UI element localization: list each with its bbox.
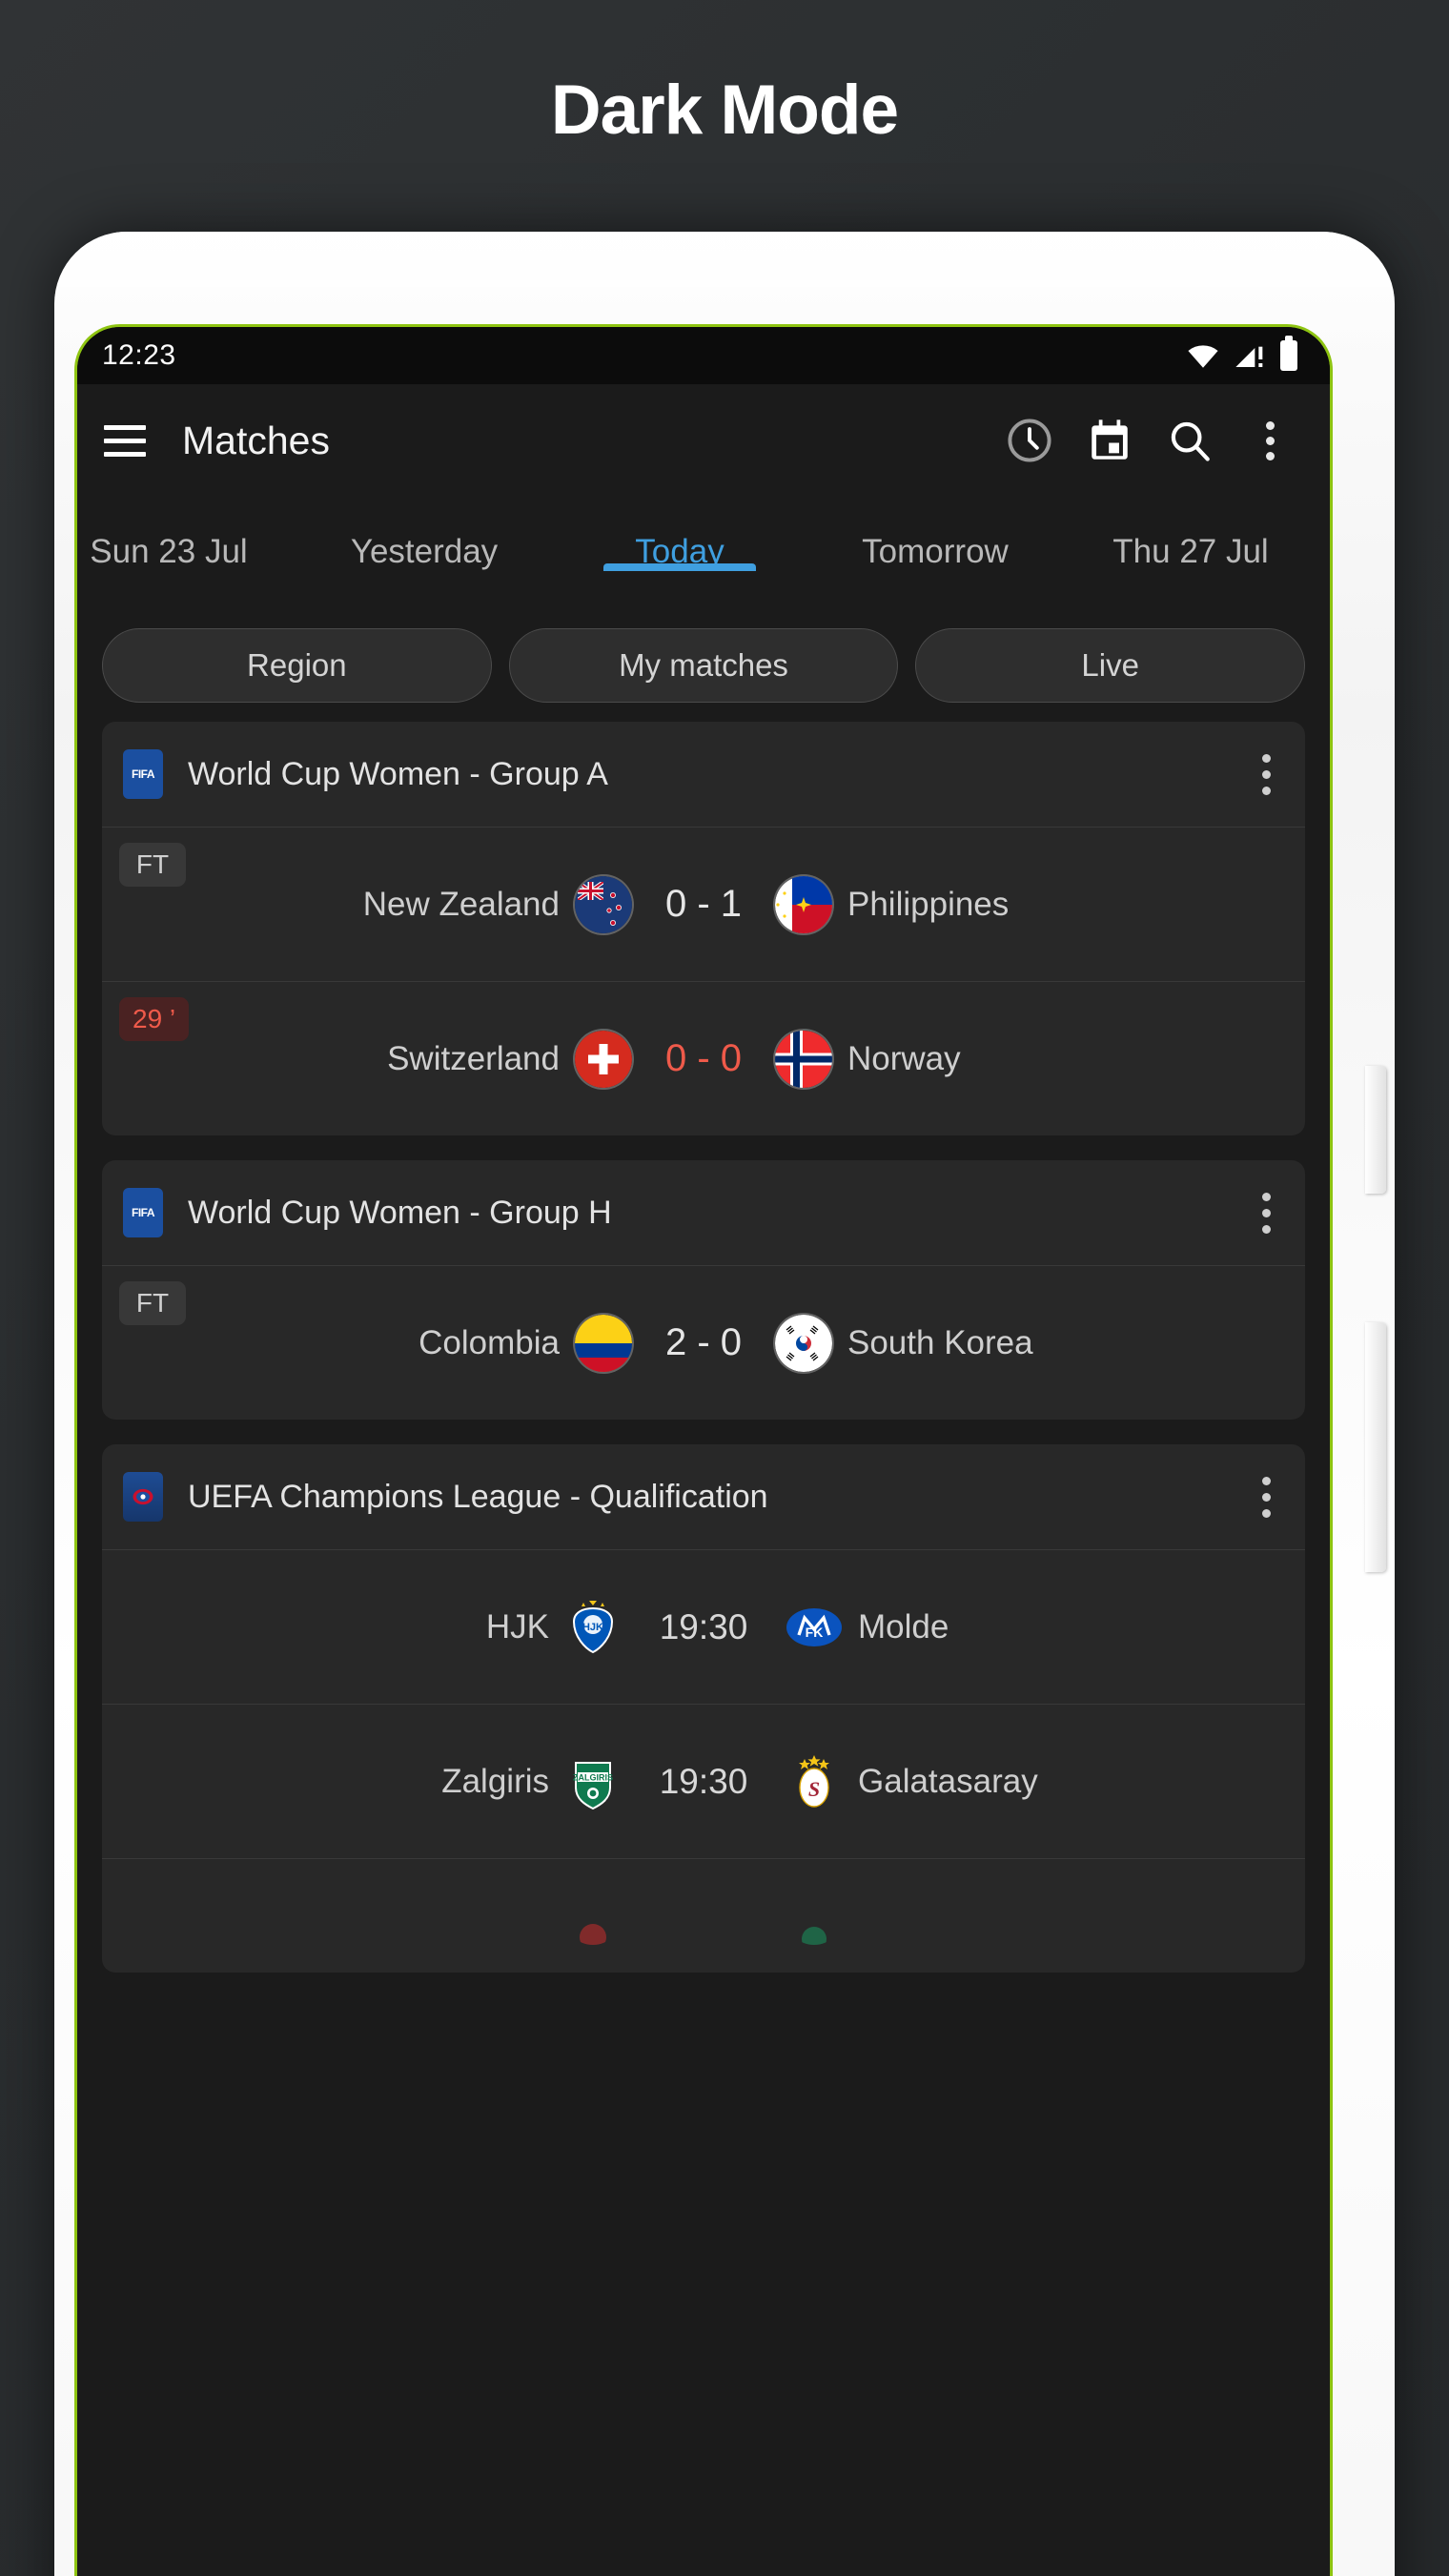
switzerland-flag — [575, 1030, 632, 1088]
away-team-name: Philippines — [847, 885, 1010, 923]
search-icon[interactable] — [1160, 411, 1219, 470]
home-team-name: Colombia — [418, 1323, 560, 1361]
battery-icon — [1280, 336, 1297, 371]
league-logo-text: FIFA — [132, 1206, 155, 1219]
match-row[interactable]: HJK HJK 19:30 FK Molde — [102, 1549, 1305, 1704]
hamburger-menu-icon[interactable] — [104, 424, 146, 457]
match-row[interactable]: FT New Zealand 0 - 1 Philippines — [102, 827, 1305, 981]
chip-label: Region — [247, 647, 347, 683]
status-bar: 12:23 — [77, 327, 1330, 384]
svg-text:FK: FK — [806, 1625, 824, 1640]
date-tab-label: Thu 27 Jul — [1112, 533, 1269, 570]
match-list: FIFA World Cup Women - Group A FT New Ze… — [77, 722, 1330, 1973]
league-card-header[interactable]: FIFA World Cup Women - Group A — [102, 722, 1305, 827]
away-team-name: Galatasaray — [858, 1762, 1038, 1800]
home-team-name: New Zealand — [362, 885, 560, 923]
zalgiris-vilnius-crest: ZALGIRIS — [564, 1753, 622, 1810]
league-card: FIFA World Cup Women - Group H FT Colomb… — [102, 1160, 1305, 1420]
date-tab-bar[interactable]: Sun 23 Jul Yesterday Today Tomorrow Thu … — [77, 497, 1330, 607]
calendar-icon[interactable] — [1080, 411, 1139, 470]
match-status-badge: FT — [119, 1281, 186, 1325]
norway-flag — [775, 1030, 832, 1088]
fifa-logo: FIFA — [123, 749, 163, 799]
philippines-flag — [775, 875, 832, 933]
svg-text:S: S — [808, 1777, 820, 1801]
phone-screen: 12:23 Matches Sun 23 Jul Yesterday Today… — [74, 324, 1333, 2576]
match-row[interactable]: 29 ’ Switzerland 0 - 0 Norway — [102, 981, 1305, 1135]
new-zealand-flag — [575, 875, 632, 933]
date-tab-2[interactable]: Today — [552, 497, 807, 571]
league-logo-text: FIFA — [132, 767, 155, 781]
home-team-name: HJK — [485, 1607, 549, 1646]
page-title: Matches — [182, 418, 330, 462]
filter-chip-live[interactable]: Live — [915, 628, 1306, 703]
status-bar-clock: 12:23 — [102, 339, 176, 371]
match-score: 2 - 0 — [664, 1321, 743, 1363]
away-team-name: Molde — [858, 1607, 949, 1646]
svg-text:ZALGIRIS: ZALGIRIS — [573, 1772, 613, 1782]
fifa-logo: FIFA — [123, 1188, 163, 1237]
match-score: 0 - 0 — [664, 1037, 743, 1079]
filter-chip-row: Region My matches Live — [77, 607, 1330, 722]
match-row[interactable]: Zalgiris ZALGIRIS 19:30 S Galatasaray — [102, 1704, 1305, 1858]
filter-chip-region[interactable]: Region — [102, 628, 492, 703]
league-overflow-menu-icon[interactable] — [1253, 1187, 1280, 1239]
clock-icon[interactable] — [1000, 411, 1059, 470]
league-card-header[interactable]: FIFA World Cup Women - Group H — [102, 1160, 1305, 1265]
power-button[interactable] — [1365, 1322, 1386, 1572]
volume-button[interactable] — [1365, 1066, 1386, 1194]
league-card: UEFA Champions League - Qualification HJ… — [102, 1444, 1305, 1973]
match-kickoff-time: 19:30 — [659, 1761, 748, 1801]
team-crest-partial — [564, 1888, 622, 1945]
match-score: 0 - 1 — [664, 883, 743, 925]
date-tab-0[interactable]: Sun 23 Jul — [77, 497, 296, 571]
league-card: FIFA World Cup Women - Group A FT New Ze… — [102, 722, 1305, 1135]
team-crest-partial — [786, 1888, 843, 1945]
league-name: World Cup Women - Group A — [188, 755, 608, 792]
colombia-flag — [575, 1314, 632, 1372]
match-row-partial[interactable]: - — [102, 1858, 1305, 1973]
date-tab-label: Yesterday — [350, 533, 499, 570]
promo-title: Dark Mode — [550, 72, 899, 149]
date-tab-3[interactable]: Tomorrow — [807, 497, 1063, 571]
home-team-name: Zalgiris — [441, 1762, 549, 1800]
molde-fk-crest: FK — [786, 1599, 843, 1656]
active-tab-indicator — [603, 563, 756, 571]
hjk-helsinki-crest: HJK — [564, 1599, 622, 1656]
chip-label: My matches — [619, 647, 788, 683]
away-team-name: South Korea — [847, 1323, 1033, 1361]
filter-chip-my-matches[interactable]: My matches — [508, 628, 899, 703]
league-name: UEFA Champions League - Qualification — [188, 1478, 768, 1515]
overflow-menu-icon[interactable] — [1240, 411, 1299, 470]
date-tab-label: Sun 23 Jul — [90, 533, 248, 570]
away-team-name: Norway — [847, 1039, 961, 1077]
home-team-name: Switzerland — [387, 1039, 560, 1077]
date-tab-4[interactable]: Thu 27 Jul — [1063, 497, 1318, 571]
uefa-logo — [123, 1472, 163, 1522]
date-tab-1[interactable]: Yesterday — [296, 497, 552, 571]
league-overflow-menu-icon[interactable] — [1253, 748, 1280, 801]
match-kickoff-time: 19:30 — [659, 1606, 748, 1646]
league-card-header[interactable]: UEFA Champions League - Qualification — [102, 1444, 1305, 1549]
south-korea-flag — [775, 1314, 832, 1372]
galatasaray-crest: S — [786, 1753, 843, 1810]
cellular-signal-icon — [1235, 346, 1263, 367]
league-overflow-menu-icon[interactable] — [1253, 1471, 1280, 1523]
app-bar: Matches — [77, 384, 1330, 497]
match-row[interactable]: FT Colombia 2 - 0 South Korea — [102, 1265, 1305, 1420]
match-status-badge: 29 ’ — [119, 997, 190, 1041]
date-tab-label: Tomorrow — [862, 533, 1009, 570]
match-status-badge: FT — [119, 843, 186, 887]
wifi-icon — [1188, 345, 1218, 368]
svg-text:HJK: HJK — [582, 1622, 603, 1633]
league-name: World Cup Women - Group H — [188, 1194, 612, 1231]
chip-label: Live — [1081, 647, 1139, 683]
